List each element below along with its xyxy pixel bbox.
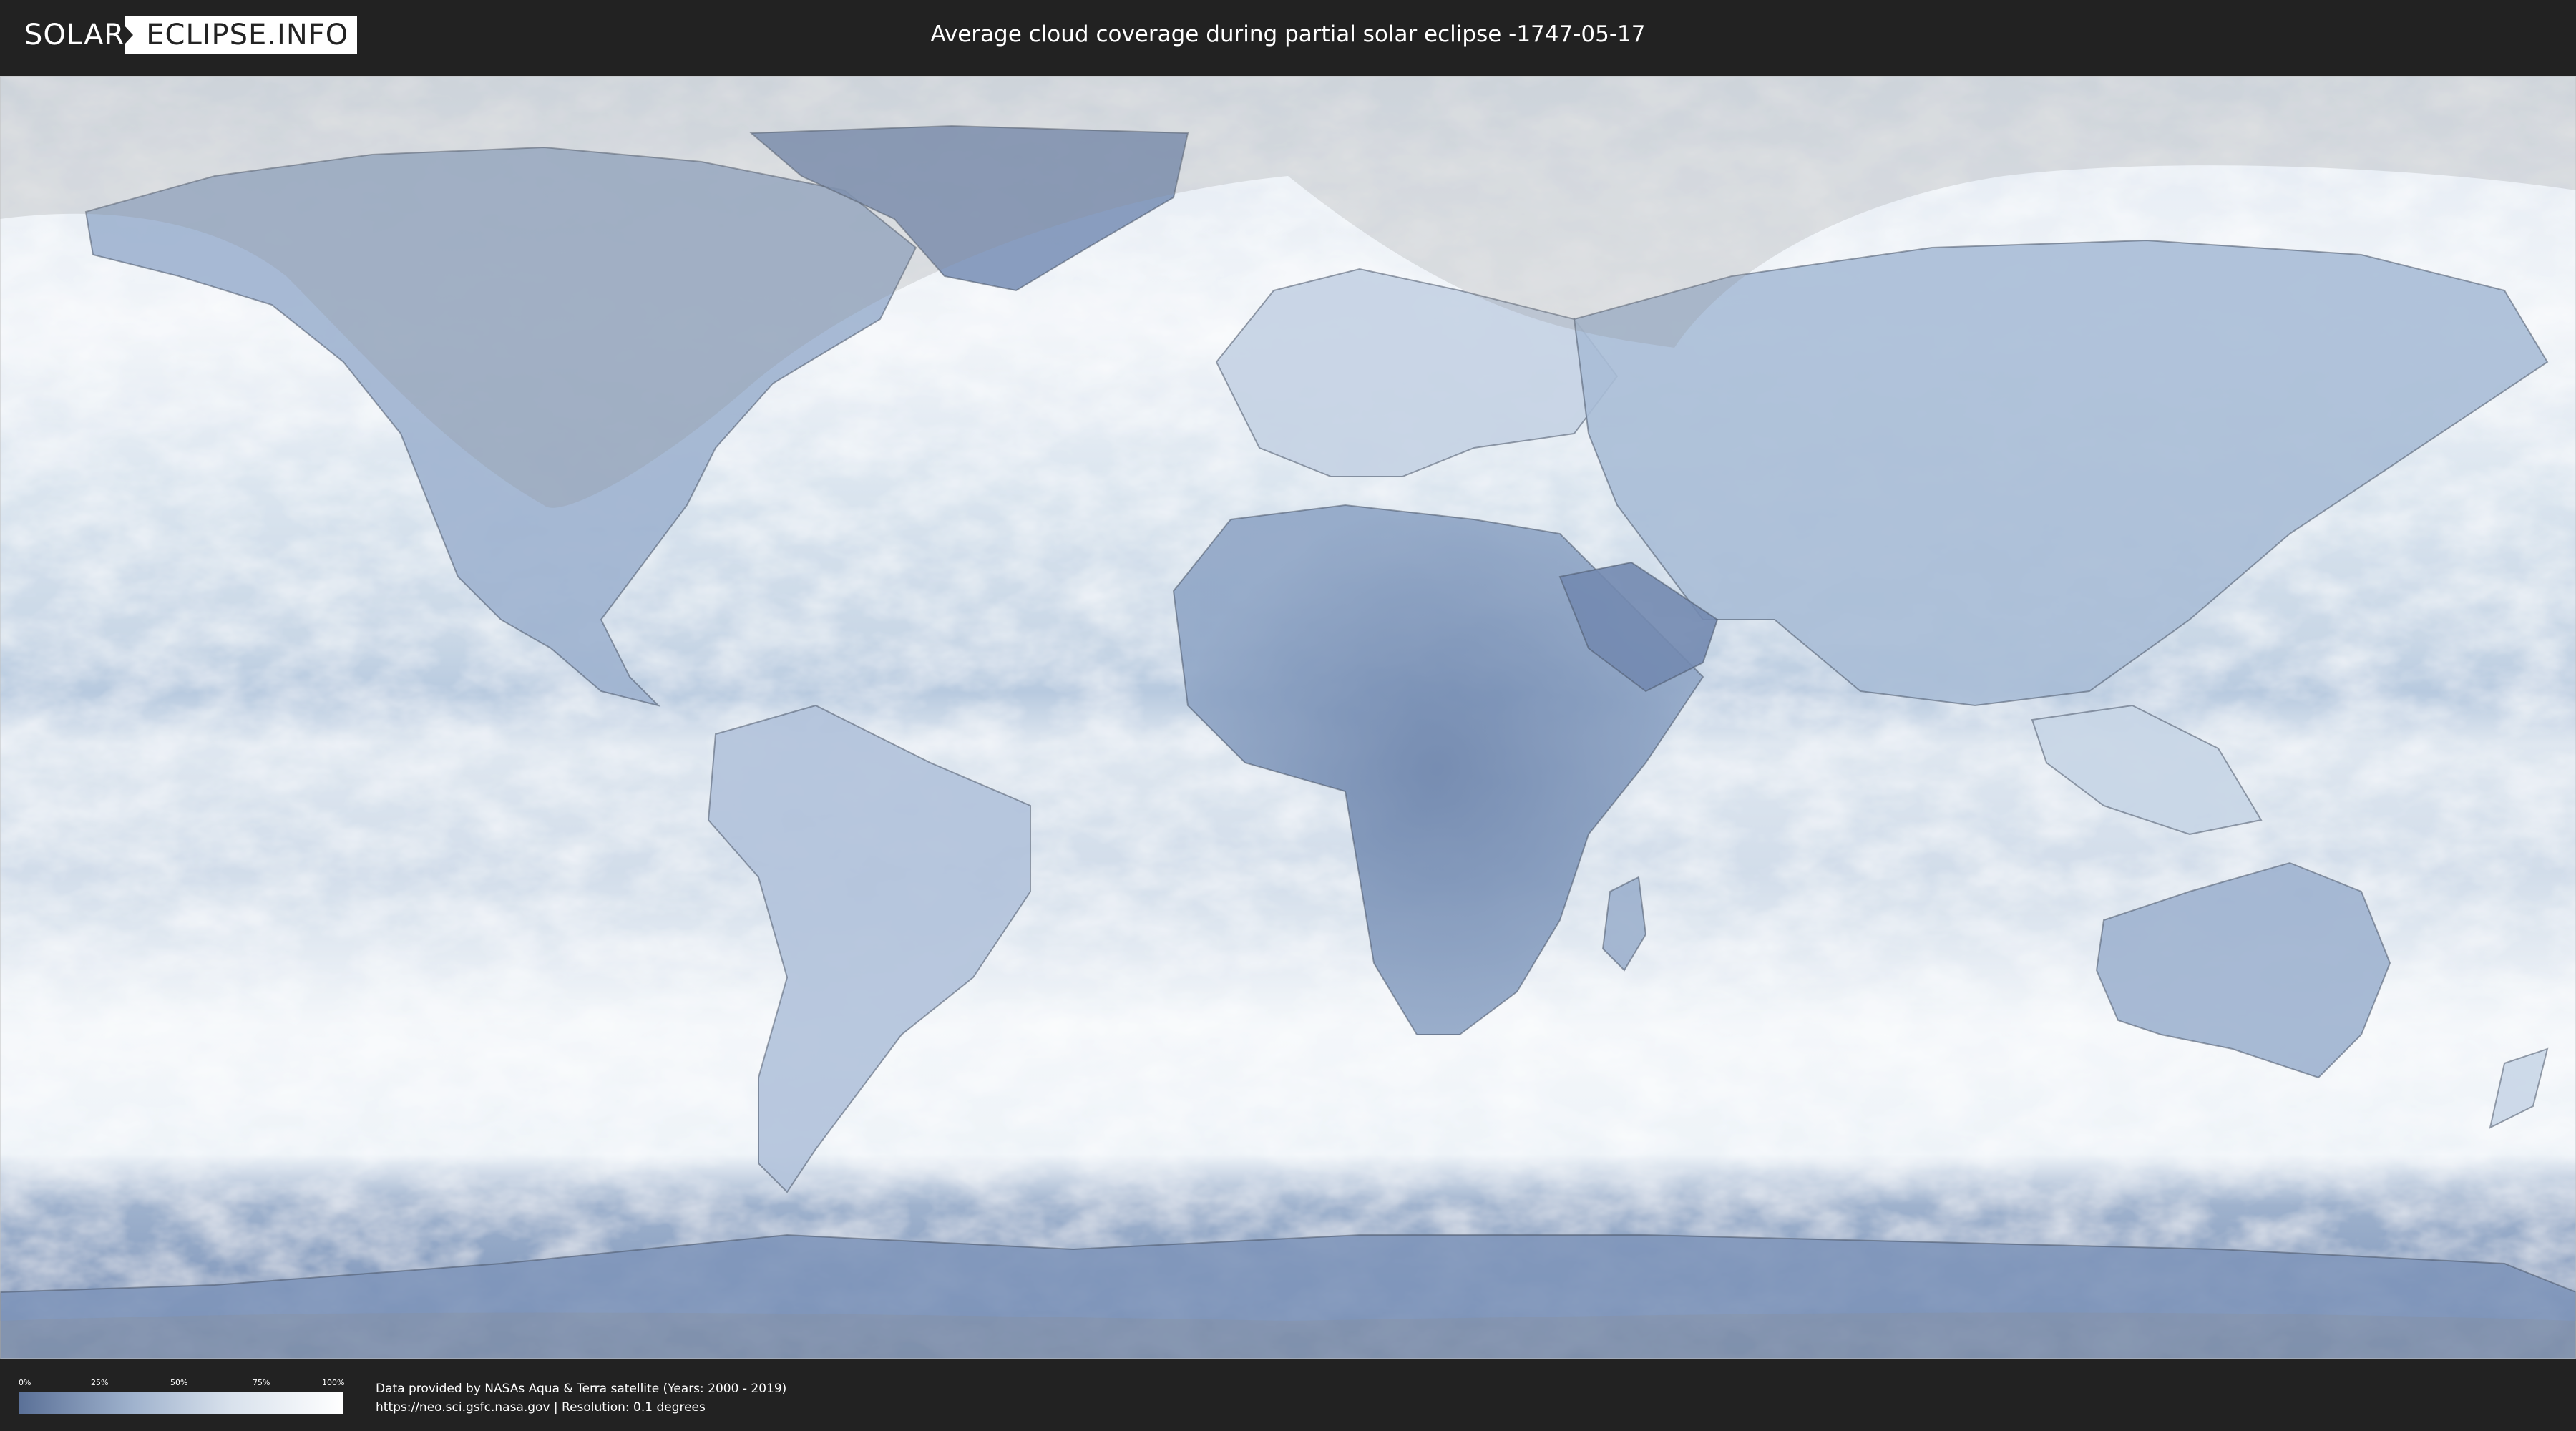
- legend-tick-25: 25%: [91, 1378, 109, 1387]
- legend-tick-75: 75%: [253, 1378, 270, 1387]
- legend-tick-50: 50%: [170, 1378, 188, 1387]
- legend-tick-100: 100%: [322, 1378, 345, 1387]
- legend-color-bar: [19, 1392, 343, 1414]
- header-bar: SOLAR ECLIPSE.INFO Average cloud coverag…: [0, 0, 2576, 72]
- page-title: Average cloud coverage during partial so…: [930, 21, 1646, 47]
- data-credit: Data provided by NASAs Aqua & Terra sate…: [376, 1379, 786, 1417]
- cloud-coverage-legend: 0% 25% 50% 75% 100%: [19, 1374, 345, 1417]
- footer-bar: 0% 25% 50% 75% 100% Data provided by NAS…: [0, 1359, 2576, 1431]
- credit-line-source: Data provided by NASAs Aqua & Terra sate…: [376, 1382, 787, 1396]
- credit-line-url: https://neo.sci.gsfc.nasa.gov | Resoluti…: [376, 1400, 706, 1415]
- legend-tick-0: 0%: [19, 1378, 31, 1387]
- cloud-coverage-map[interactable]: [0, 76, 2576, 1359]
